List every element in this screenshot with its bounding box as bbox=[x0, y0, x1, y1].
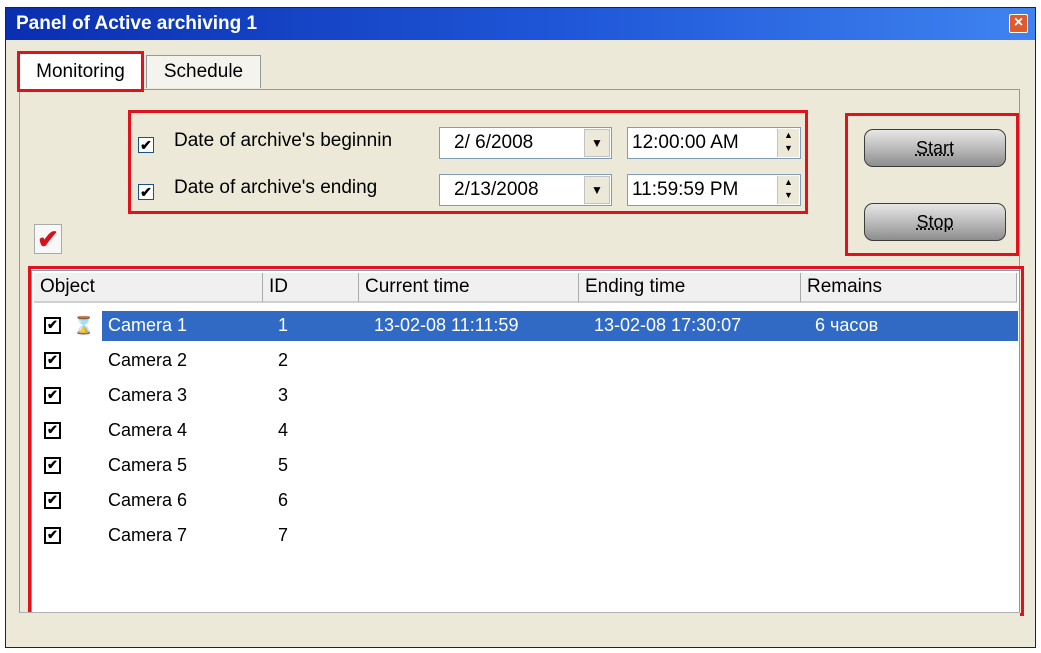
table-row[interactable]: ✔ Camera 7 7 bbox=[34, 519, 1018, 552]
begin-date-label: Date of archive's beginnin bbox=[174, 130, 393, 151]
spinner-icon[interactable]: ▲ ▼ bbox=[777, 129, 799, 157]
title-bar[interactable]: Panel of Active archiving 1 × bbox=[6, 8, 1035, 40]
tab-schedule[interactable]: Schedule bbox=[146, 55, 261, 88]
table-row[interactable]: ✔ Camera 2 2 bbox=[34, 344, 1018, 377]
stop-button[interactable]: Stop bbox=[864, 203, 1006, 241]
end-date-picker[interactable]: 2/13/2008 ▼ bbox=[439, 174, 612, 206]
row-ending-time: 13-02-08 17:30:07 bbox=[594, 315, 742, 335]
row-id: 3 bbox=[278, 385, 289, 405]
begin-time-field[interactable]: 12:00:00 AM ▲ ▼ bbox=[627, 127, 801, 159]
row-name: Camera 6 bbox=[108, 490, 188, 510]
table-row[interactable]: ✔ Camera 3 3 bbox=[34, 379, 1018, 412]
objects-table[interactable]: Object ID Current time Ending time Remai… bbox=[31, 270, 1020, 614]
row-name: Camera 4 bbox=[108, 420, 188, 440]
close-icon[interactable]: × bbox=[1009, 14, 1028, 33]
spinner-icon[interactable]: ▲ ▼ bbox=[777, 176, 799, 204]
row-checkbox[interactable]: ✔ bbox=[44, 317, 61, 334]
hourglass-icon: ⌛ bbox=[73, 316, 95, 335]
chevron-down-icon[interactable]: ▼ bbox=[584, 176, 610, 204]
table-row[interactable]: ✔ Camera 4 4 bbox=[34, 414, 1018, 447]
row-name: Camera 5 bbox=[108, 455, 188, 475]
row-id: 5 bbox=[278, 455, 289, 475]
end-date-checkbox[interactable]: ✔ bbox=[138, 184, 154, 200]
stop-button-label: Stop bbox=[916, 212, 954, 232]
row-current-time: 13-02-08 11:11:59 bbox=[374, 315, 519, 335]
column-header-remains[interactable]: Remains bbox=[801, 273, 1017, 303]
row-id: 2 bbox=[278, 350, 289, 370]
window-title: Panel of Active archiving 1 bbox=[16, 13, 258, 34]
row-id: 4 bbox=[278, 420, 289, 440]
column-header-object[interactable]: Object bbox=[34, 273, 263, 303]
start-button[interactable]: Start bbox=[864, 129, 1006, 167]
row-checkbox[interactable]: ✔ bbox=[44, 457, 61, 474]
end-date-value: 2/13/2008 bbox=[454, 179, 539, 200]
end-time-field[interactable]: 11:59:59 PM ▲ ▼ bbox=[627, 174, 801, 206]
table-row[interactable]: ✔ Camera 6 6 bbox=[34, 484, 1018, 517]
column-header-ending-time[interactable]: Ending time bbox=[579, 273, 801, 303]
tab-monitoring[interactable]: Monitoring bbox=[17, 51, 144, 92]
begin-time-value: 12:00:00 AM bbox=[632, 132, 739, 153]
column-header-id[interactable]: ID bbox=[263, 273, 359, 303]
end-time-value: 11:59:59 PM bbox=[632, 179, 739, 200]
column-header-current-time[interactable]: Current time bbox=[359, 273, 579, 303]
row-id: 1 bbox=[278, 315, 289, 335]
begin-date-value: 2/ 6/2008 bbox=[454, 132, 534, 153]
row-name: Camera 1 bbox=[108, 315, 188, 335]
begin-date-checkbox[interactable]: ✔ bbox=[138, 137, 154, 153]
row-name: Camera 2 bbox=[108, 350, 188, 370]
row-checkbox[interactable]: ✔ bbox=[44, 492, 61, 509]
start-button-label: Start bbox=[915, 138, 954, 158]
begin-date-picker[interactable]: 2/ 6/2008 ▼ bbox=[439, 127, 612, 159]
row-remains: 6 часов bbox=[815, 315, 879, 335]
row-checkbox[interactable]: ✔ bbox=[44, 527, 61, 544]
row-id: 7 bbox=[278, 525, 289, 545]
table-row[interactable]: ✔ Camera 5 5 bbox=[34, 449, 1018, 482]
row-name: Camera 3 bbox=[108, 385, 188, 405]
row-id: 6 bbox=[278, 490, 289, 510]
row-checkbox[interactable]: ✔ bbox=[44, 387, 61, 404]
status-bar bbox=[19, 612, 1020, 638]
chevron-down-icon[interactable]: ▼ bbox=[584, 129, 610, 157]
check-all-icon[interactable]: ✔ bbox=[34, 224, 62, 254]
row-checkbox[interactable]: ✔ bbox=[44, 352, 61, 369]
row-name: Camera 7 bbox=[108, 525, 188, 545]
end-date-label: Date of archive's ending bbox=[174, 177, 378, 198]
table-row[interactable]: ✔ ⌛ Camera 1 1 13-02-08 11:11:59 13-02-0… bbox=[34, 309, 1018, 342]
selection-highlight bbox=[102, 311, 1018, 341]
row-checkbox[interactable]: ✔ bbox=[44, 422, 61, 439]
